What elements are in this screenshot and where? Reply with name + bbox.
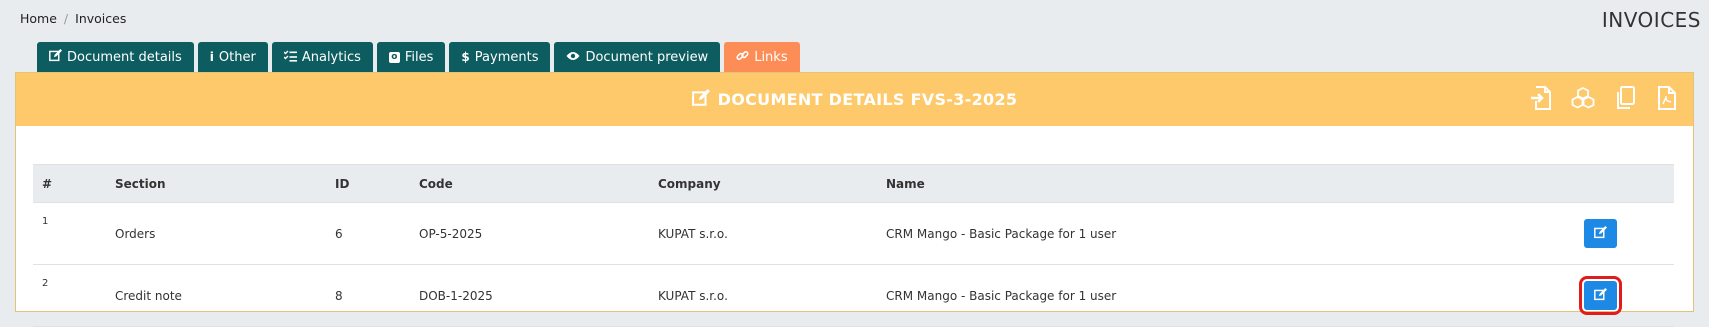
cell-name: CRM Mango - Basic Package for 1 user (877, 264, 1575, 327)
cell-code: OP-5-2025 (410, 202, 649, 265)
panel-header: DOCUMENT DETAILS FVS-3-2025 (16, 73, 1693, 126)
tab-files[interactable]: o Files (376, 42, 446, 72)
cell-company: KUPAT s.r.o. (649, 202, 877, 265)
cell-name: CRM Mango - Basic Package for 1 user (877, 202, 1575, 265)
tab-links[interactable]: Links (724, 42, 800, 72)
tab-label: Analytics (301, 49, 361, 65)
list-check-icon (283, 50, 297, 65)
panel-title: DOCUMENT DETAILS FVS-3-2025 (691, 88, 1018, 111)
tab-document-preview[interactable]: Document preview (554, 42, 721, 72)
info-icon: i (209, 50, 214, 64)
cell-code: DOB-1-2025 (410, 264, 649, 327)
tab-label: Payments (474, 49, 539, 65)
link-icon (736, 49, 749, 65)
cell-section: Orders (106, 202, 326, 265)
edit-icon (1594, 287, 1607, 304)
page-title: INVOICES (1601, 8, 1701, 32)
tab-document-details[interactable]: Document details (37, 42, 194, 72)
tab-label: Links (754, 49, 788, 65)
table-header-row: # Section ID Code Company Name (33, 164, 1674, 203)
tab-bar: Document details i Other Analytics o Fil… (37, 42, 800, 72)
cell-actions (1575, 264, 1674, 327)
breadcrumb-home[interactable]: Home (20, 11, 57, 26)
cubes-icon[interactable] (1571, 85, 1595, 111)
edit-button[interactable] (1584, 219, 1617, 248)
cell-id: 8 (326, 264, 410, 327)
cell-number: 1 (33, 202, 106, 265)
cell-section: Credit note (106, 264, 326, 327)
col-header-section: Section (106, 164, 326, 203)
header-actions (1529, 85, 1679, 111)
table-row: 2 Credit note 8 DOB-1-2025 KUPAT s.r.o. … (33, 264, 1674, 327)
document-panel: DOCUMENT DETAILS FVS-3-2025 # Section ID… (15, 72, 1694, 327)
copy-icon[interactable] (1613, 85, 1637, 111)
breadcrumb: Home / Invoices (20, 11, 126, 26)
edit-button-highlighted[interactable] (1579, 276, 1622, 315)
col-header-name: Name (877, 164, 1575, 203)
edit-icon (49, 49, 62, 65)
cell-actions (1575, 202, 1674, 265)
import-icon[interactable] (1529, 85, 1553, 111)
col-header-number: # (33, 164, 106, 203)
dollar-icon: $ (461, 50, 470, 64)
file-icon: o (388, 51, 400, 63)
col-header-id: ID (326, 164, 410, 203)
edit-icon (691, 88, 710, 111)
breadcrumb-current: Invoices (75, 11, 127, 26)
tab-label: Document preview (585, 49, 709, 65)
tab-label: Document details (67, 49, 182, 65)
panel-title-text: DOCUMENT DETAILS FVS-3-2025 (717, 90, 1018, 109)
table-row: 1 Orders 6 OP-5-2025 KUPAT s.r.o. CRM Ma… (33, 202, 1674, 265)
links-table: # Section ID Code Company Name 1 Orders … (33, 164, 1674, 327)
tab-label: Other (218, 49, 256, 65)
breadcrumb-separator: / (63, 11, 69, 26)
top-bar: Home / Invoices INVOICES (0, 0, 1709, 40)
cell-company: KUPAT s.r.o. (649, 264, 877, 327)
col-header-code: Code (410, 164, 649, 203)
tab-payments[interactable]: $ Payments (449, 42, 551, 72)
cell-id: 6 (326, 202, 410, 265)
pdf-icon[interactable] (1655, 85, 1679, 111)
cell-number: 2 (33, 264, 106, 327)
eye-icon (566, 50, 580, 64)
col-header-actions (1575, 164, 1674, 203)
tab-other[interactable]: i Other (197, 42, 268, 72)
edit-icon (1594, 225, 1607, 242)
tab-analytics[interactable]: Analytics (271, 42, 373, 72)
tab-label: Files (404, 49, 434, 65)
col-header-company: Company (649, 164, 877, 203)
